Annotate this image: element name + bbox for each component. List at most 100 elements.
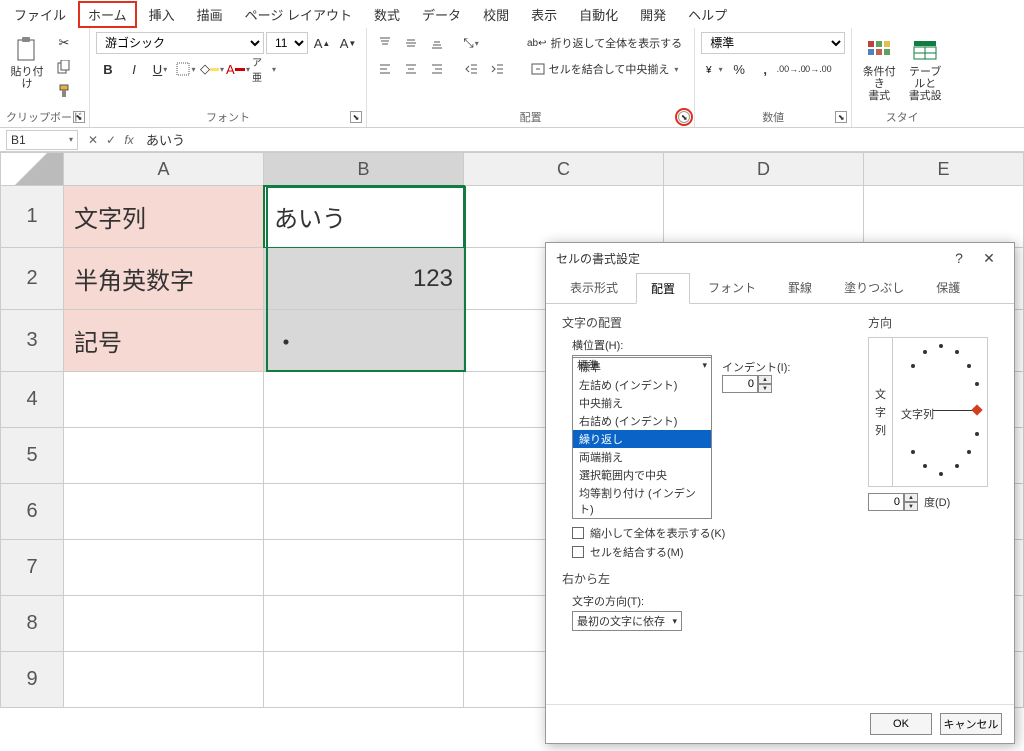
name-box[interactable]: B1▾ <box>6 130 78 150</box>
cell-c1[interactable] <box>464 186 664 248</box>
row-header-3[interactable]: 3 <box>0 310 64 372</box>
format-painter-button[interactable] <box>52 80 76 102</box>
col-header-e[interactable]: E <box>864 152 1024 186</box>
cell-e1[interactable] <box>864 186 1024 248</box>
cut-button[interactable]: ✂ <box>52 32 76 54</box>
dialog-help-button[interactable]: ? <box>944 250 974 266</box>
accounting-format-button[interactable]: ¥▾ <box>701 58 725 80</box>
row-header-4[interactable]: 4 <box>0 372 64 428</box>
cell-a7[interactable] <box>64 540 264 596</box>
cell-b6[interactable] <box>264 484 464 540</box>
number-format-combo[interactable]: 標準 <box>701 32 845 54</box>
clipboard-launcher[interactable]: ⬊ <box>73 111 85 123</box>
cell-b3[interactable]: ・ <box>264 310 464 372</box>
menu-file[interactable]: ファイル <box>4 1 76 28</box>
paste-button[interactable]: 貼り付け <box>6 32 48 94</box>
cell-a8[interactable] <box>64 596 264 652</box>
cell-b8[interactable] <box>264 596 464 652</box>
opt-left-indent[interactable]: 左詰め (インデント) <box>573 376 711 394</box>
number-launcher[interactable]: ⬊ <box>835 111 847 123</box>
copy-button[interactable] <box>52 56 76 78</box>
cell-a6[interactable] <box>64 484 264 540</box>
ok-button[interactable]: OK <box>870 713 932 735</box>
menu-view[interactable]: 表示 <box>521 1 567 28</box>
menu-insert[interactable]: 挿入 <box>139 1 185 28</box>
fx-button[interactable]: fx <box>120 133 138 147</box>
row-header-7[interactable]: 7 <box>0 540 64 596</box>
menu-home[interactable]: ホーム <box>78 1 137 28</box>
opt-standard[interactable]: 標準 <box>573 358 711 376</box>
merge-checkbox[interactable] <box>572 546 584 558</box>
indent-spinner[interactable]: ▲▼ <box>722 375 852 393</box>
underline-button[interactable]: U▾ <box>148 58 172 80</box>
menu-draw[interactable]: 描画 <box>187 1 233 28</box>
decrease-font-button[interactable]: A▼ <box>336 32 360 54</box>
opt-repeat[interactable]: 繰り返し <box>573 430 711 448</box>
increase-font-button[interactable]: A▲ <box>310 32 334 54</box>
cell-a3[interactable]: 記号 <box>64 310 264 372</box>
cancel-button[interactable]: キャンセル <box>940 713 1002 735</box>
increase-indent-button[interactable] <box>485 58 509 80</box>
menu-review[interactable]: 校閲 <box>473 1 519 28</box>
row-header-5[interactable]: 5 <box>0 428 64 484</box>
enter-formula-button[interactable]: ✓ <box>102 133 120 147</box>
italic-button[interactable]: I <box>122 58 146 80</box>
conditional-format-button[interactable]: 条件付き 書式 <box>858 32 900 106</box>
row-header-8[interactable]: 8 <box>0 596 64 652</box>
menu-formulas[interactable]: 数式 <box>364 1 410 28</box>
wrap-text-button[interactable]: ab↩折り返して全体を表示する <box>521 32 688 54</box>
table-format-button[interactable]: テーブルと 書式設 <box>904 32 946 106</box>
tab-alignment[interactable]: 配置 <box>636 273 690 304</box>
cell-b9[interactable] <box>264 652 464 708</box>
menu-help[interactable]: ヘルプ <box>678 1 737 28</box>
comma-button[interactable]: , <box>753 58 777 80</box>
tab-protection[interactable]: 保護 <box>922 273 974 303</box>
deg-spinner-up[interactable]: ▲ <box>904 493 918 502</box>
row-header-6[interactable]: 6 <box>0 484 64 540</box>
cell-b5[interactable] <box>264 428 464 484</box>
degree-input[interactable] <box>868 493 904 511</box>
cell-b4[interactable] <box>264 372 464 428</box>
decrease-indent-button[interactable] <box>459 58 483 80</box>
bold-button[interactable]: B <box>96 58 120 80</box>
align-right-button[interactable] <box>425 58 449 80</box>
orientation-vertical-button[interactable]: 文 字 列 <box>869 338 893 486</box>
percent-button[interactable]: % <box>727 58 751 80</box>
select-all-corner[interactable] <box>0 152 64 186</box>
opt-right-indent[interactable]: 右詰め (インデント) <box>573 412 711 430</box>
shrink-checkbox[interactable] <box>572 527 584 539</box>
menu-developer[interactable]: 開発 <box>630 1 676 28</box>
cell-a5[interactable] <box>64 428 264 484</box>
row-header-9[interactable]: 9 <box>0 652 64 708</box>
tab-number[interactable]: 表示形式 <box>556 273 632 303</box>
formula-input[interactable]: あいう <box>138 130 1024 149</box>
opt-center[interactable]: 中央揃え <box>573 394 711 412</box>
cell-a9[interactable] <box>64 652 264 708</box>
text-direction-combo[interactable]: 最初の文字に依存 ▾ <box>572 611 682 631</box>
col-header-a[interactable]: A <box>64 152 264 186</box>
cancel-formula-button[interactable]: ✕ <box>84 133 102 147</box>
cell-a4[interactable] <box>64 372 264 428</box>
tab-fill[interactable]: 塗りつぶし <box>830 273 918 303</box>
align-left-button[interactable] <box>373 58 397 80</box>
font-name-combo[interactable]: 游ゴシック <box>96 32 264 54</box>
decrease-decimal-button[interactable]: .0→.00 <box>805 58 829 80</box>
font-launcher[interactable]: ⬊ <box>350 111 362 123</box>
opt-justify[interactable]: 両端揃え <box>573 448 711 466</box>
cell-a1[interactable]: 文字列 <box>64 186 264 248</box>
menu-automate[interactable]: 自動化 <box>569 1 628 28</box>
orientation-dial[interactable]: 文字列 <box>893 338 987 486</box>
cell-d1[interactable] <box>664 186 864 248</box>
align-middle-button[interactable] <box>399 32 423 54</box>
orientation-handle[interactable] <box>971 404 982 415</box>
spinner-up[interactable]: ▲ <box>758 375 772 384</box>
align-bottom-button[interactable] <box>425 32 449 54</box>
orientation-button[interactable]: ⤡▾ <box>459 32 483 54</box>
indent-input[interactable] <box>722 375 758 393</box>
tab-border[interactable]: 罫線 <box>774 273 826 303</box>
merge-center-button[interactable]: セルを結合して中央揃え▾ <box>521 58 688 80</box>
opt-distributed[interactable]: 均等割り付け (インデント) <box>573 484 711 518</box>
menu-data[interactable]: データ <box>412 1 471 28</box>
cell-b7[interactable] <box>264 540 464 596</box>
dialog-close-button[interactable]: ✕ <box>974 250 1004 267</box>
